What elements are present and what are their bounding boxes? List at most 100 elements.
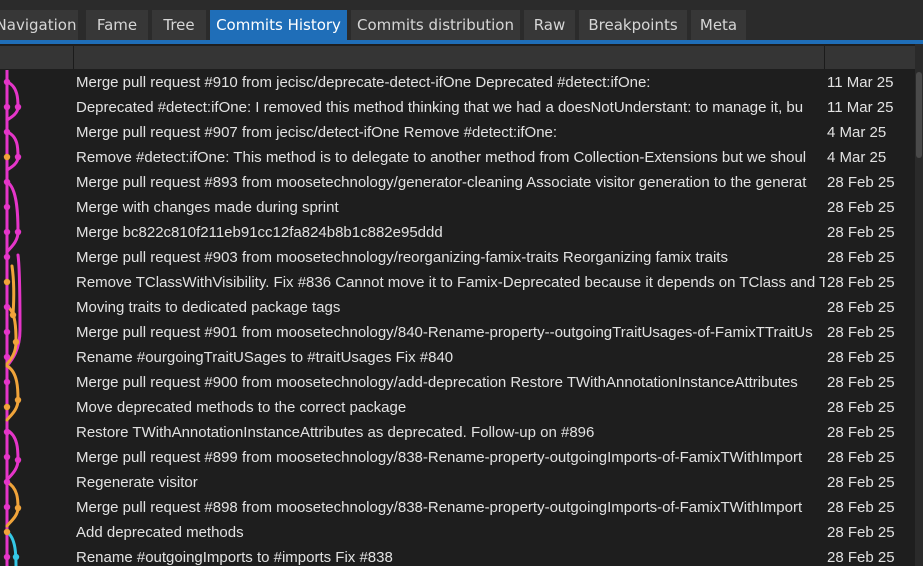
commit-message: Add deprecated methods [76,524,244,541]
commit-graph-icon [3,70,22,566]
graph-node [14,153,22,161]
commit-row[interactable]: Remove TClassWithVisibility. Fix #836 Ca… [0,270,915,295]
tab-tree[interactable]: Tree [152,10,206,40]
tab-commits-history[interactable]: Commits History [210,10,347,40]
commit-date: 28 Feb 25 [827,499,895,516]
commit-rows: Merge pull request #910 from jecisc/depr… [0,70,915,566]
commit-date: 28 Feb 25 [827,374,895,391]
graph-node [3,503,11,511]
commit-row[interactable]: Add deprecated methods 28 Feb 25 [0,520,915,545]
commit-row[interactable]: Merge pull request #900 from moosetechno… [0,370,915,395]
commit-date: 28 Feb 25 [827,174,895,191]
commit-message: Merge pull request #903 from moosetechno… [76,249,728,266]
graph-node [3,403,11,411]
commit-message: Merge with changes made during sprint [76,199,339,216]
commit-date: 11 Mar 25 [827,99,894,116]
commit-message: Rename #ourgoingTraitUSages to #traitUsa… [76,349,454,366]
graph-node [9,311,17,319]
commit-row[interactable]: Moving traits to dedicated package tags 2… [0,295,915,320]
commit-row[interactable]: Regenerate visitor 28 Feb 25 [0,470,915,495]
graph-node [3,78,11,86]
commit-row[interactable]: Merge bc822c810f211eb91cc12fa824b8b1c882… [0,220,915,245]
commit-date: 28 Feb 25 [827,299,895,316]
graph-node [3,278,11,286]
commit-row[interactable]: Remove #detect:ifOne: This method is to … [0,145,915,170]
commits-table: Merge pull request #910 from jecisc/depr… [0,44,923,566]
graph-edge [5,80,20,122]
commit-row[interactable]: Merge pull request #901 from moosetechno… [0,320,915,345]
tab-breakpoints[interactable]: Breakpoints [579,10,687,40]
commit-row[interactable]: Merge pull request #898 from moosetechno… [0,495,915,520]
graph-node [3,553,11,561]
commit-message: Deprecated #detect:ifOne: I removed this… [76,99,804,116]
commit-message: Merge pull request #893 from moosetechno… [76,174,807,191]
commit-row[interactable]: Merge pull request #910 from jecisc/depr… [0,70,915,95]
commit-date: 28 Feb 25 [827,249,895,266]
tab-bar: Navigation Fame Tree Commits History Com… [0,0,923,44]
graph-node [3,203,11,211]
tab-commits-distribution[interactable]: Commits distribution [351,10,520,40]
graph-edge [5,364,20,422]
column-header-message[interactable] [74,46,825,69]
commit-message: Merge pull request #907 from jecisc/dete… [76,124,558,141]
graph-node [14,504,22,512]
tab-navigation[interactable]: Navigation [0,10,78,40]
graph-node [3,478,11,486]
commit-row[interactable]: Merge pull request #907 from jecisc/dete… [0,120,915,145]
vertical-scrollbar[interactable] [915,44,923,566]
commit-row[interactable]: Rename #ourgoingTraitUSages to #traitUsa… [0,345,915,370]
graph-edge [5,130,20,172]
commit-message: Rename #outgoingImports to #imports Fix … [76,549,393,566]
graph-node [12,338,20,346]
commit-message: Merge pull request #898 from moosetechno… [76,499,803,516]
scrollbar-thumb[interactable] [916,72,922,158]
graph-node [14,103,22,111]
tab-fame[interactable]: Fame [86,10,148,40]
commit-row[interactable]: Merge pull request #893 from moosetechno… [0,170,915,195]
tab-meta[interactable]: Meta [691,10,746,40]
graph-edge [10,264,16,317]
commit-date: 28 Feb 25 [827,349,895,366]
commit-row[interactable]: Rename #outgoingImports to #imports Fix … [0,545,915,566]
column-header-graph[interactable] [0,46,74,69]
graph-node [3,328,11,336]
graph-node [14,456,22,464]
graph-node [3,228,11,236]
commit-row[interactable]: Deprecated #detect:ifOne: I removed this… [0,95,915,120]
tab-raw[interactable]: Raw [524,10,575,40]
commit-row[interactable]: Restore TWithAnnotationInstanceAttribute… [0,420,915,445]
graph-node [3,378,11,386]
commit-date: 28 Feb 25 [827,549,895,566]
commit-message: Merge bc822c810f211eb91cc12fa824b8b1c882… [76,224,443,241]
commit-date: 28 Feb 25 [827,474,895,491]
graph-node [14,396,22,404]
commit-date: 4 Mar 25 [827,124,887,141]
commit-date: 28 Feb 25 [827,224,895,241]
graph-node [3,528,11,536]
commit-date: 28 Feb 25 [827,449,895,466]
graph-node [3,453,11,461]
graph-node [3,353,11,361]
table-header [0,46,915,69]
graph-node [3,153,11,161]
graph-node [3,253,11,261]
commit-row[interactable]: Merge pull request #899 from moosetechno… [0,445,915,470]
commit-message: Merge pull request #901 from moosetechno… [76,324,813,341]
commit-message: Regenerate visitor [76,474,198,491]
commit-date: 28 Feb 25 [827,199,895,216]
graph-edge [5,480,20,528]
graph-node [3,303,11,311]
commit-row[interactable]: Merge pull request #903 from moosetechno… [0,245,915,270]
commit-date: 11 Mar 25 [827,74,894,91]
commit-message: Merge pull request #910 from jecisc/depr… [76,74,651,91]
commit-message: Moving traits to dedicated package tags [76,299,341,316]
graph-node [3,103,11,111]
commit-message: Restore TWithAnnotationInstanceAttribute… [76,424,595,441]
column-header-date[interactable] [825,46,915,69]
commit-message: Merge pull request #899 from moosetechno… [76,449,803,466]
commit-date: 28 Feb 25 [827,524,895,541]
graph-node [3,128,11,136]
commit-row[interactable]: Move deprecated methods to the correct p… [0,395,915,420]
commit-message: Remove #detect:ifOne: This method is to … [76,149,807,166]
commit-row[interactable]: Merge with changes made during sprint 28 … [0,195,915,220]
